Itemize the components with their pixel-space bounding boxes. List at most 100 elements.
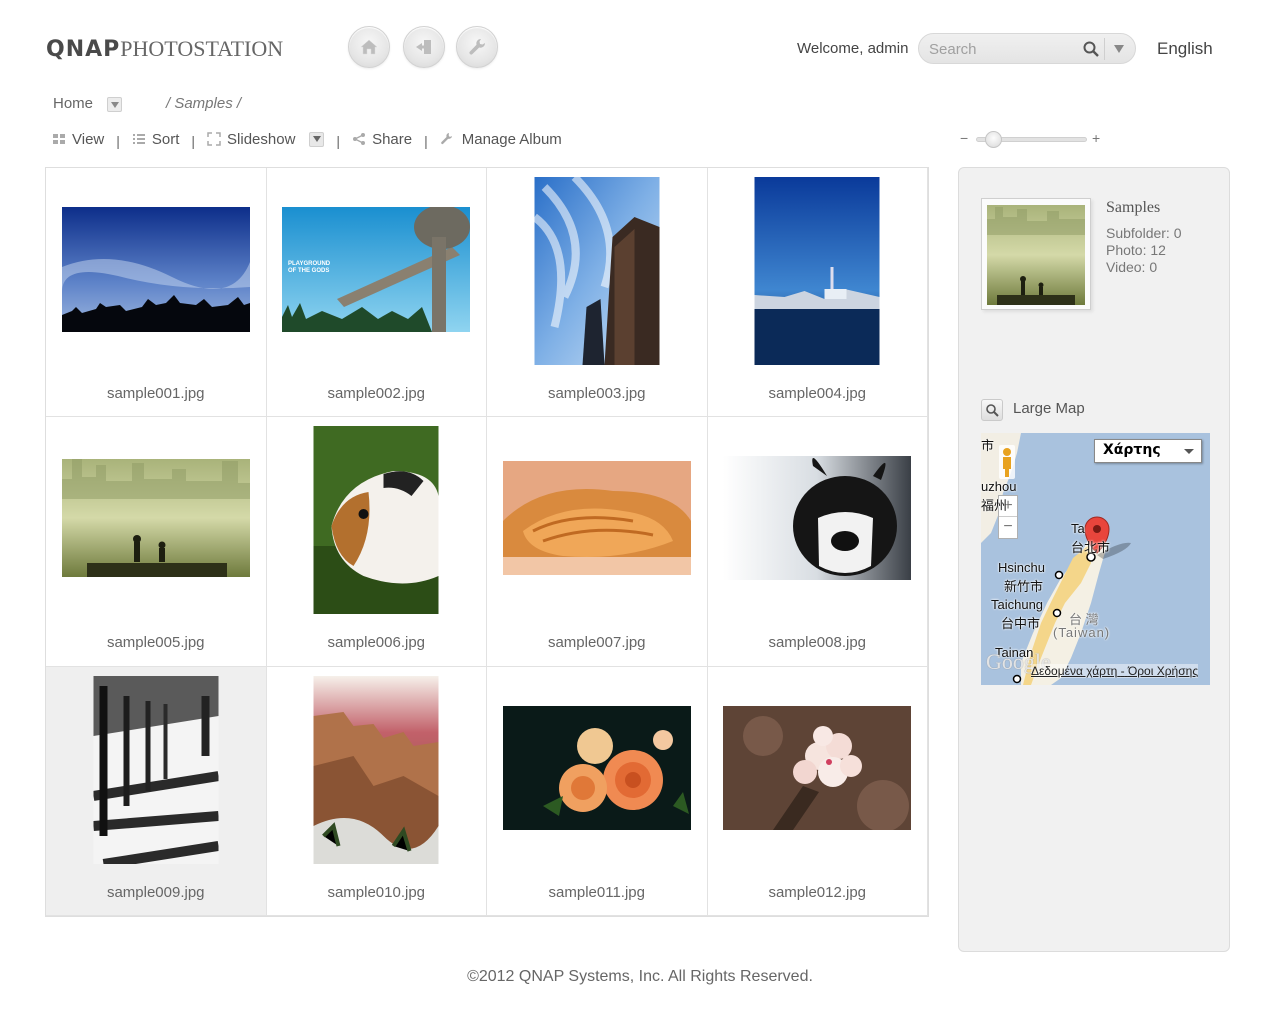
map-label: 福州: [981, 498, 1008, 513]
photo-cell[interactable]: sample005.jpg: [46, 417, 267, 667]
photo-thumbnail[interactable]: [93, 675, 219, 864]
large-map-label[interactable]: Large Map: [1013, 400, 1085, 417]
logo-product: PHOTOSTATION: [120, 36, 284, 61]
photo-filename[interactable]: sample011.jpg: [487, 884, 707, 901]
map-data-link[interactable]: Δεδομένα χάρτη: [1031, 664, 1117, 678]
photo-cell[interactable]: sample010.jpg: [266, 666, 487, 916]
toolbar-separator: |: [191, 132, 196, 149]
photo-thumbnail[interactable]: PLAYGROUND OF THE GODS: [282, 207, 471, 332]
map-footer-separator: -: [1120, 664, 1125, 678]
photo-filename[interactable]: sample009.jpg: [46, 884, 266, 901]
share-icon: [353, 133, 366, 145]
zoom-out-button[interactable]: −: [960, 130, 968, 146]
breadcrumb-dropdown[interactable]: [107, 97, 122, 112]
copyright-footer: ©2012 QNAP Systems, Inc. All Rights Rese…: [467, 968, 813, 985]
photo-filename[interactable]: sample003.jpg: [487, 385, 707, 402]
photo-thumbnail[interactable]: [534, 177, 660, 365]
map-terms-link[interactable]: Όροι Χρήσης: [1128, 664, 1198, 678]
search-box: [918, 33, 1136, 64]
photo-cell[interactable]: sample003.jpg: [487, 168, 708, 418]
search-input[interactable]: [929, 38, 1079, 60]
photo-thumbnail[interactable]: [723, 705, 912, 830]
manage-album-button[interactable]: Manage Album: [440, 131, 562, 148]
photo-thumbnail[interactable]: [61, 459, 250, 578]
map-label: 市: [981, 438, 995, 453]
photo-filename[interactable]: sample007.jpg: [487, 634, 707, 651]
view-button[interactable]: View: [52, 131, 104, 148]
home-icon: [360, 39, 378, 55]
photo-filename[interactable]: sample006.jpg: [267, 634, 487, 651]
photo-filename[interactable]: sample005.jpg: [46, 634, 266, 651]
zoom-in-button[interactable]: +: [1092, 130, 1100, 146]
wrench-icon: [469, 38, 486, 55]
svg-text:PLAYGROUND: PLAYGROUND: [288, 261, 331, 267]
photo-thumbnail[interactable]: [502, 461, 691, 576]
share-button[interactable]: Share: [352, 131, 412, 148]
logo-brand: QNAP: [46, 37, 121, 62]
photo-filename[interactable]: sample012.jpg: [708, 884, 928, 901]
search-separator: [1104, 38, 1105, 60]
logout-button[interactable]: [403, 26, 445, 68]
toolbar-separator: |: [424, 132, 428, 149]
photo-filename[interactable]: sample010.jpg: [267, 884, 487, 901]
chevron-down-icon: [1184, 449, 1194, 454]
qnap-logo: QNAP PHOTOSTATION: [46, 36, 283, 62]
map-zoom-out-button[interactable]: −: [999, 517, 1017, 538]
photo-thumbnail[interactable]: [723, 456, 912, 581]
photo-filename[interactable]: sample002.jpg: [267, 385, 487, 402]
chevron-down-icon: [110, 101, 119, 108]
zoom-slider-handle[interactable]: [985, 131, 1002, 148]
breadcrumb-home[interactable]: Home: [53, 95, 93, 112]
toolbar-separator: |: [116, 132, 120, 149]
street-view-pegman-icon[interactable]: [999, 445, 1015, 479]
search-icon[interactable]: [1082, 40, 1100, 58]
photo-filename[interactable]: sample001.jpg: [46, 385, 266, 402]
manage-album-label: Manage Album: [461, 130, 562, 148]
photo-thumbnail[interactable]: [61, 207, 250, 332]
photo-cell[interactable]: sample008.jpg: [707, 417, 928, 667]
photo-thumbnail[interactable]: [313, 426, 439, 615]
photo-cell[interactable]: sample011.jpg: [487, 666, 708, 916]
photo-cell-selected[interactable]: sample009.jpg: [46, 666, 267, 916]
location-map[interactable]: + − Χάρτης 市 uzhou 福州 Ta 台北市 Hsinchu 新竹市…: [981, 433, 1210, 685]
home-button[interactable]: [348, 26, 390, 68]
slideshow-label: Slideshow: [227, 130, 296, 148]
search-options-dropdown[interactable]: [1109, 39, 1129, 59]
photo-filename[interactable]: sample004.jpg: [708, 385, 928, 402]
photo-cell[interactable]: sample001.jpg: [46, 168, 267, 418]
slideshow-button[interactable]: Slideshow: [207, 131, 295, 148]
photo-cell[interactable]: sample012.jpg: [707, 666, 928, 916]
album-cover[interactable]: [981, 198, 1091, 310]
map-label: Ta: [1071, 521, 1085, 536]
map-type-selector[interactable]: Χάρτης: [1094, 439, 1202, 463]
photo-grid: sample001.jpg PLAYGROUND OF THE GODS sam…: [45, 167, 929, 917]
language-selector[interactable]: English: [1157, 39, 1213, 59]
album-info-panel: Samples Subfolder: 0 Photo: 12 Video: 0 …: [958, 167, 1230, 952]
map-label: uzhou: [981, 479, 1017, 494]
photo-filename[interactable]: sample008.jpg: [708, 634, 928, 651]
map-label: 台中市: [1001, 616, 1041, 631]
album-video-count: Video: 0: [1106, 259, 1158, 275]
map-label: (Taiwan): [1053, 625, 1111, 640]
photo-thumbnail[interactable]: [754, 177, 880, 365]
sort-button[interactable]: Sort: [132, 131, 179, 148]
album-photo-count: Photo: 12: [1106, 242, 1166, 258]
album-subfolder-count: Subfolder: 0: [1106, 225, 1182, 241]
toolbar: View | Sort | Slideshow | Share | Manage…: [52, 128, 562, 150]
photo-thumbnail[interactable]: [502, 705, 691, 830]
map-label: Taichung: [991, 597, 1044, 612]
photo-cell[interactable]: sample006.jpg: [266, 417, 487, 667]
map-label: 新竹市: [1004, 579, 1044, 594]
welcome-text: Welcome, admin: [797, 40, 909, 57]
photo-cell[interactable]: PLAYGROUND OF THE GODS sample002.jpg: [266, 168, 487, 418]
photo-cell[interactable]: sample004.jpg: [707, 168, 928, 418]
photo-cell[interactable]: sample007.jpg: [487, 417, 708, 667]
breadcrumb-path[interactable]: / Samples /: [166, 95, 241, 112]
large-map-button[interactable]: [981, 399, 1003, 421]
map-footer: Δεδομένα χάρτη - Όροι Χρήσης: [1031, 664, 1199, 678]
photo-thumbnail[interactable]: [313, 675, 439, 864]
settings-button[interactable]: [456, 26, 498, 68]
grid-icon: [53, 134, 65, 144]
slideshow-dropdown[interactable]: [309, 131, 325, 147]
wrench-icon: [440, 133, 452, 145]
